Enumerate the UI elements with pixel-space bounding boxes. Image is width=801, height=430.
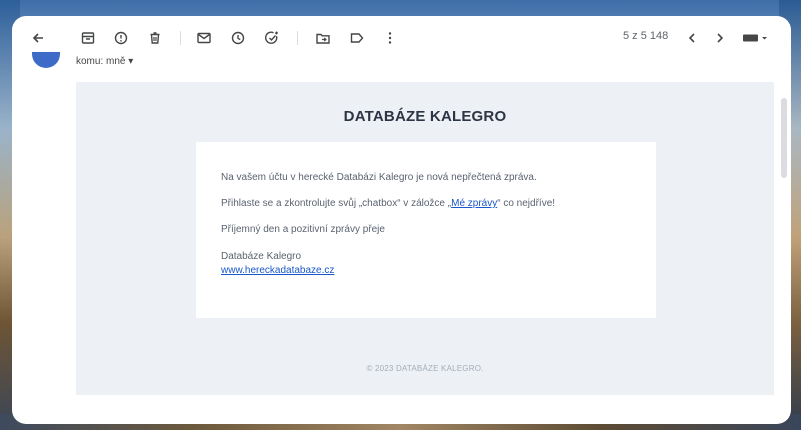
archive-icon[interactable] <box>77 27 99 49</box>
toolbar-separator <box>180 31 181 45</box>
report-spam-icon[interactable] <box>110 27 132 49</box>
back-arrow-icon[interactable] <box>27 27 49 49</box>
sender-avatar[interactable] <box>32 52 60 68</box>
email-body: DATABÁZE KALEGRO Na vašem účtu v herecké… <box>76 82 774 395</box>
recipient-row: komu: mně ▾ <box>12 52 791 78</box>
toolbar-separator <box>297 31 298 45</box>
email-footer: © 2023 DATABÁZE KALEGRO. <box>366 364 484 373</box>
signature-name: Databáze Kalegro <box>221 251 302 262</box>
pagination-counter: 5 z 5 148 <box>623 30 669 42</box>
more-options-icon[interactable] <box>379 27 401 49</box>
move-to-folder-icon[interactable] <box>312 27 334 49</box>
mark-unread-icon[interactable] <box>193 27 215 49</box>
label-tag-icon[interactable] <box>346 27 368 49</box>
website-link[interactable]: www.hereckadatabaze.cz <box>221 265 334 276</box>
delete-icon[interactable] <box>144 27 166 49</box>
add-to-tasks-icon[interactable] <box>261 27 283 49</box>
greeting-text: Příjemný den a pozitivní zprávy přeje <box>221 224 385 235</box>
snooze-clock-icon[interactable] <box>227 27 249 49</box>
message-toolbar: 5 z 5 148 <box>12 16 791 60</box>
website-link-row: www.hereckadatabaze.cz <box>221 265 334 276</box>
my-messages-link[interactable]: Mé zprávy <box>451 198 497 209</box>
mail-window: 5 z 5 148 komu: mně ▾ DATABÁZE KALEGRO N… <box>12 16 791 424</box>
login-instruction-text: Přihlaste se a zkontrolujte svůj „chatbo… <box>221 198 556 209</box>
scrollbar[interactable] <box>781 98 787 178</box>
email-heading: DATABÁZE KALEGRO <box>343 108 507 125</box>
message-card: Na vašem účtu v herecké Databázi Kalegro… <box>196 142 656 318</box>
recipient-dropdown[interactable]: komu: mně ▾ <box>76 56 133 67</box>
input-tools-keyboard-icon[interactable] <box>739 27 773 49</box>
older-chevron-right-icon[interactable] <box>709 27 731 49</box>
newer-chevron-left-icon[interactable] <box>681 27 703 49</box>
notification-text: Na vašem účtu v herecké Databázi Kalegro… <box>221 172 537 183</box>
